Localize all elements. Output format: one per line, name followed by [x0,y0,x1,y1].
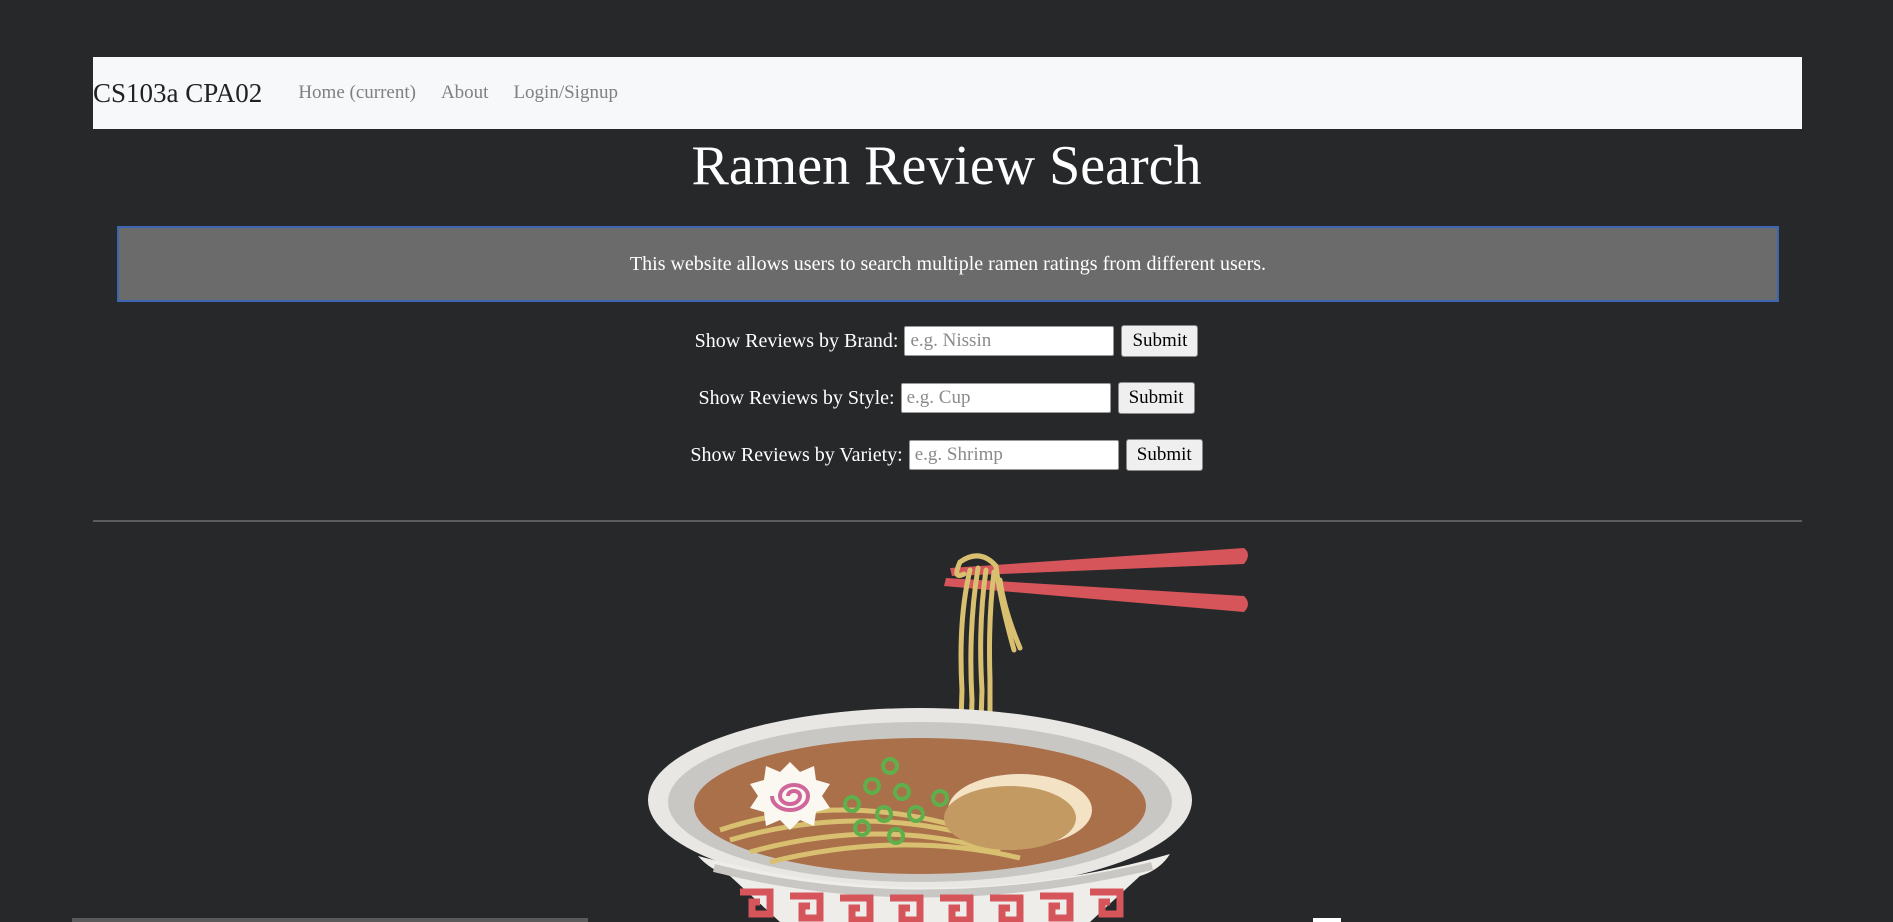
style-label: Show Reviews by Style: [698,386,895,409]
info-text: This website allows users to search mult… [629,252,1267,275]
nav-link-about[interactable]: About [441,82,489,104]
variety-input[interactable] [908,440,1119,470]
brand-search-form: Show Reviews by Brand: Submit [0,325,1893,357]
navbar: CS103a CPA02 Home (current) About Login/… [93,57,1802,129]
nav-link-home[interactable]: Home (current) [298,82,416,104]
divider [93,520,1802,522]
nav-link-login-signup[interactable]: Login/Signup [513,82,618,104]
navbar-brand[interactable]: CS103a CPA02 [93,78,262,109]
info-box: This website allows users to search mult… [117,226,1779,302]
style-submit-button[interactable]: Submit [1117,382,1195,414]
horizontal-scrollbar[interactable] [72,918,588,922]
page-title: Ramen Review Search [691,135,1202,197]
style-search-form: Show Reviews by Style: Submit [0,382,1893,414]
variety-search-form: Show Reviews by Variety: Submit [0,439,1893,471]
ramen-bowl-illustration [648,548,1248,922]
style-input[interactable] [900,383,1111,413]
variety-label: Show Reviews by Variety: [690,443,903,466]
scroll-marker [1313,918,1341,922]
brand-label: Show Reviews by Brand: [694,329,899,352]
brand-input[interactable] [904,326,1115,356]
variety-submit-button[interactable]: Submit [1125,439,1203,471]
brand-submit-button[interactable]: Submit [1121,325,1199,357]
